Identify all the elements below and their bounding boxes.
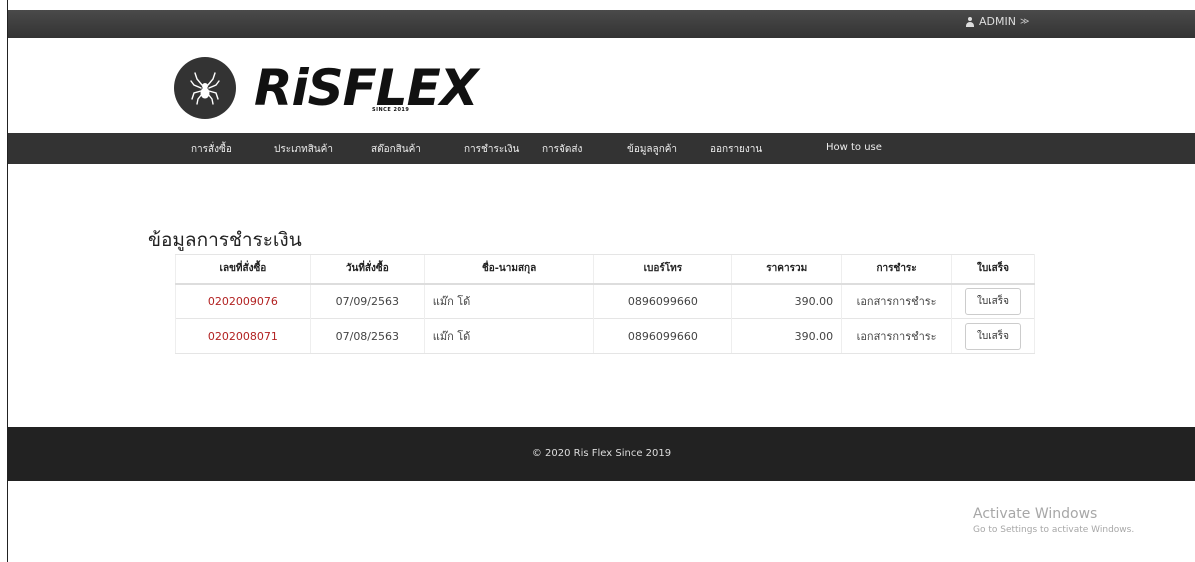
column-header-total: ราคารวม bbox=[731, 254, 842, 285]
admin-menu[interactable]: ADMIN ≫ bbox=[965, 15, 1029, 28]
order-date: 07/08/2563 bbox=[309, 318, 425, 354]
column-header-phone: เบอร์โทร bbox=[593, 254, 732, 285]
receipt-button[interactable]: ใบเสร็จ bbox=[965, 322, 1021, 350]
top-bar: ADMIN ≫ bbox=[8, 10, 1195, 38]
order-date: 07/09/2563 bbox=[309, 283, 425, 319]
nav-item-how-to-use[interactable]: How to use bbox=[826, 142, 882, 153]
nav-item-shipping[interactable]: การจัดส่ง bbox=[542, 142, 582, 157]
brand-name: RiSFLEX bbox=[254, 59, 478, 117]
column-header-receipt: ใบเสร็จ bbox=[951, 254, 1035, 285]
nav-item-product-types[interactable]: ประเภทสินค้า bbox=[274, 142, 333, 157]
order-total: 390.00 bbox=[731, 283, 842, 319]
spider-icon bbox=[190, 72, 220, 105]
customer-name: แม๊ก โด้ bbox=[423, 283, 594, 319]
watermark-subtitle: Go to Settings to activate Windows. bbox=[973, 525, 1135, 535]
column-header-name: ชื่อ-นามสกุล bbox=[423, 254, 594, 285]
main-nav: การสั่งซื้อ ประเภทสินค้า สต๊อกสินค้า การ… bbox=[8, 133, 1195, 164]
customer-name: แม๊ก โด้ bbox=[423, 318, 594, 354]
chevron-down-icon: ≫ bbox=[1019, 16, 1030, 27]
order-number-link[interactable]: 0202008071 bbox=[208, 330, 278, 343]
page-footer: © 2020 Ris Flex Since 2019 bbox=[8, 427, 1195, 481]
column-header-date: วันที่สั่งซื้อ bbox=[309, 254, 425, 285]
footer-copyright: © 2020 Ris Flex Since 2019 bbox=[531, 448, 672, 459]
admin-label: ADMIN bbox=[979, 15, 1016, 28]
nav-item-reports[interactable]: ออกรายงาน bbox=[710, 142, 762, 157]
order-number-link[interactable]: 0202009076 bbox=[208, 295, 278, 308]
customer-phone: 0896099660 bbox=[593, 283, 732, 319]
payment-document[interactable]: เอกสารการชำระ bbox=[841, 283, 952, 319]
column-header-payment: การชำระ bbox=[841, 254, 952, 285]
nav-item-customers[interactable]: ข้อมูลลูกค้า bbox=[627, 142, 677, 157]
nav-item-stock[interactable]: สต๊อกสินค้า bbox=[371, 142, 421, 157]
payments-table: เลขที่สั่งซื้อ วันที่สั่งซื้อ ชื่อ-นามสก… bbox=[175, 254, 1035, 354]
brand-since: SINCE 2019 bbox=[372, 107, 410, 113]
user-icon bbox=[965, 16, 975, 27]
table-row: 0202008071 07/08/2563 แม๊ก โด้ 089609966… bbox=[175, 318, 1035, 354]
column-header-order-no: เลขที่สั่งซื้อ bbox=[175, 254, 311, 285]
brand-wordmark: RiSFLEX SINCE 2019 bbox=[254, 57, 478, 119]
nav-item-payments[interactable]: การชำระเงิน bbox=[464, 142, 519, 157]
nav-item-orders[interactable]: การสั่งซื้อ bbox=[191, 142, 232, 157]
site-logo[interactable]: RiSFLEX SINCE 2019 bbox=[174, 52, 478, 124]
table-row: 0202009076 07/09/2563 แม๊ก โด้ 089609966… bbox=[175, 283, 1035, 319]
customer-phone: 0896099660 bbox=[593, 318, 732, 354]
order-total: 390.00 bbox=[731, 318, 842, 354]
receipt-button[interactable]: ใบเสร็จ bbox=[965, 287, 1021, 315]
page-title: ข้อมูลการชำระเงิน bbox=[148, 229, 302, 251]
payment-document[interactable]: เอกสารการชำระ bbox=[841, 318, 952, 354]
spider-logo bbox=[174, 57, 236, 119]
watermark-title: Activate Windows bbox=[973, 506, 1098, 522]
table-header-row: เลขที่สั่งซื้อ วันที่สั่งซื้อ ชื่อ-นามสก… bbox=[175, 254, 1035, 285]
activate-windows-watermark: Activate Windows Go to Settings to activ… bbox=[973, 506, 1134, 535]
